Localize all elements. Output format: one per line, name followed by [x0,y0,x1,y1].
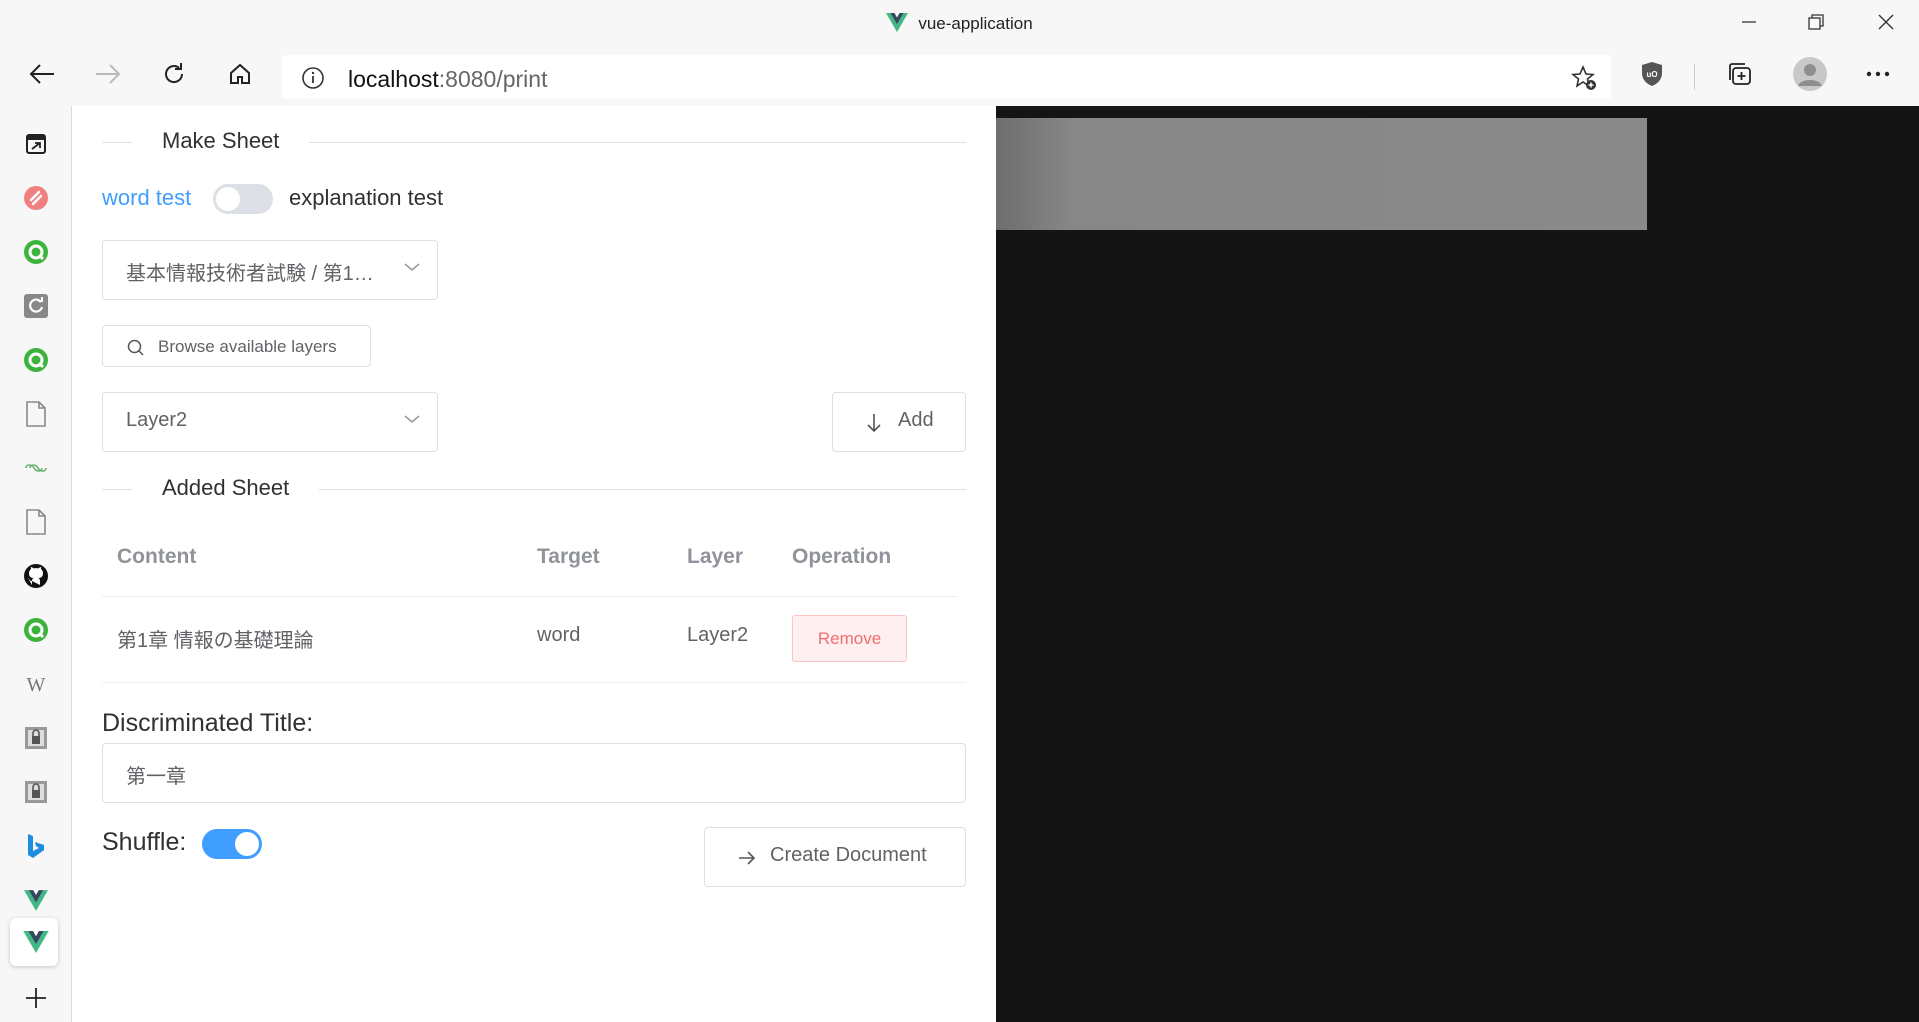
back-button[interactable] [20,52,64,96]
book-select-value: 基本情報技術者試験 / 第1… [126,263,374,285]
make-sheet-title: Make Sheet [132,128,310,154]
browse-layers-label: Browse available layers [158,337,337,356]
shuffle-switch[interactable] [202,829,262,859]
collections-button[interactable] [1718,52,1762,96]
address-bar[interactable]: localhost:8080/print [282,55,1611,99]
discriminated-title-label: Discriminated Title: [102,709,314,737]
browse-layers-button[interactable]: Browse available layers [102,325,371,367]
reload-button[interactable] [152,52,196,96]
table-header-layer: Layer [687,545,744,568]
more-icon [1866,71,1890,77]
table-header-operation: Operation [792,545,892,568]
chevron-down-icon [404,415,420,424]
remove-button[interactable]: Remove [792,615,907,662]
minimize-icon [1742,21,1756,23]
explanation-test-label[interactable]: explanation test [289,185,443,211]
url-text[interactable]: localhost:8080/print [348,66,547,93]
close-window-button[interactable] [1858,0,1914,44]
lock-page-icon[interactable] [20,722,52,754]
add-button-label: Add [898,409,934,431]
make-sheet-panel: Make Sheet word test explanation test 基本… [73,106,996,1022]
gray-banner [996,118,1647,230]
home-icon [230,63,250,84]
url-host: localhost [348,66,439,92]
github-icon[interactable] [20,560,52,592]
browser-sidebar: W [0,106,72,1022]
shuffle-label: Shuffle: [102,828,187,856]
create-document-button[interactable]: Create Document [704,827,966,887]
table-row-divider [102,682,966,683]
window-title-bar: vue-application [0,0,1919,46]
create-document-label: Create Document [770,844,927,866]
back-arrow-icon [29,64,54,84]
word-test-label[interactable]: word test [102,185,191,211]
table-cell-target: word [537,624,581,646]
ublock-extension-button[interactable]: uO [1630,52,1674,96]
collections-icon [1729,63,1751,85]
profile-button[interactable] [1788,52,1832,96]
vue-icon[interactable] [20,926,52,958]
minimize-button[interactable] [1721,0,1777,44]
close-icon [1878,14,1894,30]
forward-button[interactable] [86,52,130,96]
shield-green-icon[interactable] [20,236,52,268]
svg-text:uO: uO [1646,70,1657,79]
avatar-icon [1793,57,1827,91]
shield-green-icon[interactable] [20,344,52,376]
scribe-icon[interactable] [20,182,52,214]
wikipedia-icon[interactable]: W [20,668,52,700]
vue-icon [886,13,909,32]
ublock-icon: uO [1642,62,1662,86]
discriminated-title-value: 第一章 [126,766,186,788]
table-cell-layer: Layer2 [687,624,749,646]
restore-icon [1808,14,1824,30]
plus-icon[interactable] [20,982,52,1014]
lock-page-icon[interactable] [20,776,52,808]
svg-text:W: W [27,674,46,695]
overlay-area [996,106,1919,1022]
url-path: :8080/print [438,66,548,92]
browser-toolbar: localhost:8080/print uO [0,46,1919,106]
more-menu-button[interactable] [1856,52,1900,96]
link-icon[interactable] [20,452,52,484]
table-cell-content: 第1章 情報の基礎理論 [117,630,314,652]
refresh-page-icon[interactable] [20,290,52,322]
tab-actions-icon[interactable] [20,128,52,160]
restore-button[interactable] [1788,0,1844,44]
layer-select-value: Layer2 [126,409,188,431]
toolbar-separator [1694,64,1695,90]
table-header-divider [102,596,958,597]
discriminated-title-input[interactable]: 第一章 [102,743,966,803]
layer-select[interactable]: Layer2 [102,392,438,452]
document-icon[interactable] [20,506,52,538]
added-sheet-title: Added Sheet [132,475,320,501]
test-mode-switch[interactable] [213,184,273,214]
info-icon [302,67,324,89]
reload-icon [165,63,184,83]
table-header-content: Content [117,545,197,568]
forward-arrow-icon [96,64,121,84]
window-title: vue-application [0,13,1919,34]
vue-icon[interactable] [20,884,52,916]
bing-icon[interactable] [20,830,52,862]
table-header-target: Target [537,545,600,568]
chevron-down-icon [404,263,420,272]
arrow-right-icon [739,851,756,865]
add-button[interactable]: Add [832,392,966,452]
window-title-text: vue-application [918,14,1033,33]
search-icon [127,339,144,356]
document-icon[interactable] [20,398,52,430]
switch-knob [235,832,259,856]
switch-knob [216,187,240,211]
add-favorite-icon[interactable] [1571,65,1597,91]
arrow-down-icon [867,414,881,433]
shield-green-icon[interactable] [20,614,52,646]
home-button[interactable] [218,52,262,96]
book-select[interactable]: 基本情報技術者試験 / 第1… [102,240,438,300]
